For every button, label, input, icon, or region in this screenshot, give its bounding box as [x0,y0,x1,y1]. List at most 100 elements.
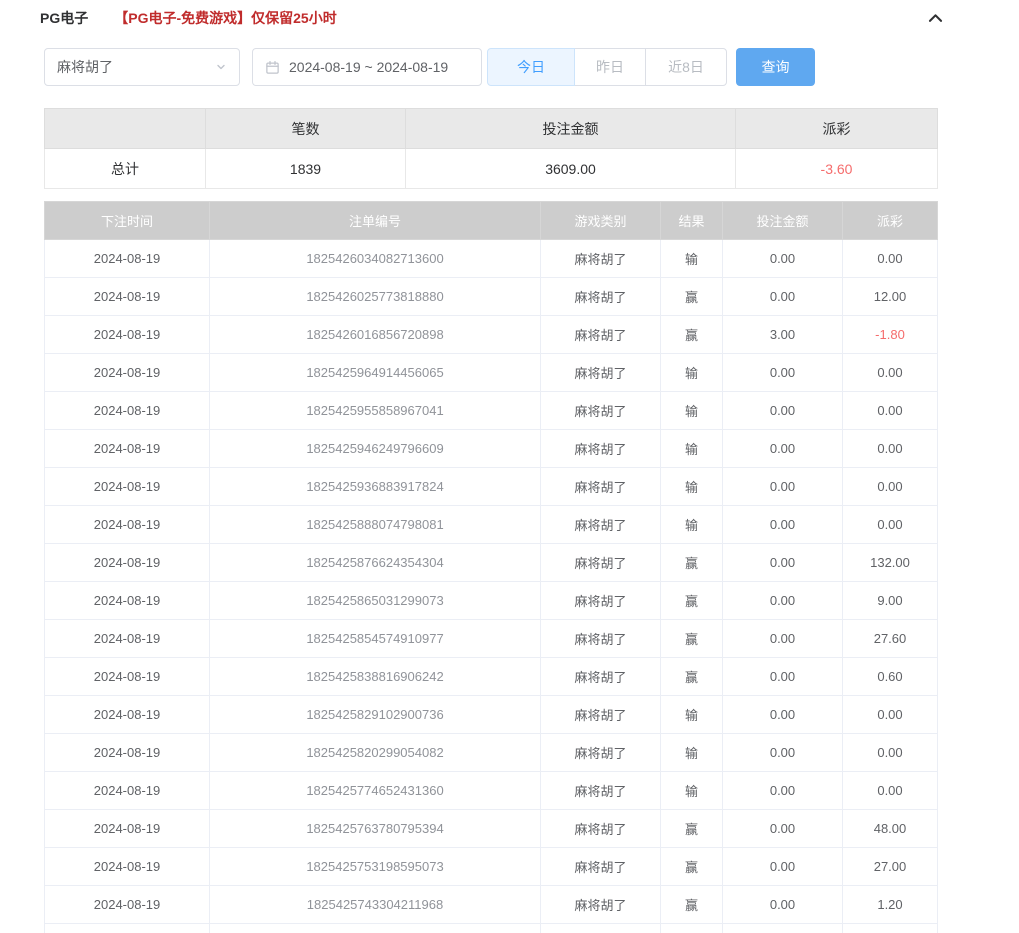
cell-order-id: 1825425946249796609 [210,430,541,468]
table-row: 2024-08-19 1825425936883917824 麻将胡了 输 0.… [45,468,938,506]
today-button[interactable]: 今日 [487,48,575,86]
summary-total-row: 总计 1839 3609.00 -3.60 [45,149,938,189]
cell-game-type: 麻将胡了 [541,240,661,278]
cell-bet-amount: 0.00 [723,886,843,924]
cell-payout: 0.00 [843,354,938,392]
cell-bet-time: 2024-08-19 [45,354,210,392]
search-button[interactable]: 查询 [736,48,815,86]
summary-header-count: 笔数 [206,109,406,149]
cell-result: 赢 [661,848,723,886]
cell-bet-amount: 0.00 [723,924,843,933]
cell-bet-amount: 0.00 [723,544,843,582]
table-row: 2024-08-19 1825426025773818880 麻将胡了 赢 0.… [45,278,938,316]
cell-game-type: 麻将胡了 [541,620,661,658]
calendar-icon [265,60,280,75]
table-row: 2024-08-19 1825425763780795394 麻将胡了 赢 0.… [45,810,938,848]
cell-payout: 12.00 [843,278,938,316]
game-type-select-value: 麻将胡了 [57,57,113,77]
cell-payout: 27.60 [843,620,938,658]
table-row: 2024-08-19 1825425876624354304 麻将胡了 赢 0.… [45,544,938,582]
cell-game-type: 麻将胡了 [541,810,661,848]
cell-bet-time: 2024-08-19 [45,810,210,848]
cell-order-id: 1825425820299054082 [210,734,541,772]
cell-bet-amount: 0.00 [723,734,843,772]
summary-total-label: 总计 [45,149,206,189]
cell-order-id: 1825425964914456065 [210,354,541,392]
cell-order-id: 1825425737487408232 [210,924,541,933]
chevron-down-icon [215,61,227,73]
summary-header-payout: 派彩 [736,109,938,149]
column-header-game-type: 游戏类别 [541,202,661,240]
cell-bet-amount: 0.00 [723,772,843,810]
table-row: 2024-08-19 1825425838816906242 麻将胡了 赢 0.… [45,658,938,696]
cell-payout: 27.00 [843,848,938,886]
cell-bet-amount: 0.00 [723,810,843,848]
cell-game-type: 麻将胡了 [541,848,661,886]
cell-bet-time: 2024-08-19 [45,430,210,468]
cell-result: 赢 [661,316,723,354]
notice-text: 【PG电子-免费游戏】仅保留25小时 [114,8,336,28]
table-row: 2024-08-19 1825426016856720898 麻将胡了 赢 3.… [45,316,938,354]
cell-game-type: 麻将胡了 [541,506,661,544]
cell-bet-amount: 0.00 [723,468,843,506]
cell-bet-amount: 0.00 [723,354,843,392]
cell-bet-time: 2024-08-19 [45,886,210,924]
cell-order-id: 1825425936883917824 [210,468,541,506]
cell-result: 输 [661,506,723,544]
cell-result: 赢 [661,810,723,848]
summary-header-bet-amount: 投注金额 [406,109,736,149]
page-title: PG电子 [40,8,88,28]
cell-bet-time: 2024-08-19 [45,848,210,886]
cell-order-id: 1825425854574910977 [210,620,541,658]
cell-result: 输 [661,354,723,392]
cell-game-type: 麻将胡了 [541,316,661,354]
cell-payout: 0.00 [843,772,938,810]
collapse-chevron-up-icon[interactable] [923,6,947,30]
cell-order-id: 1825425829102900736 [210,696,541,734]
table-row: 2024-08-19 1825425865031299073 麻将胡了 赢 0.… [45,582,938,620]
table-row: 2024-08-19 1825426034082713600 麻将胡了 输 0.… [45,240,938,278]
cell-payout: 48.00 [843,810,938,848]
date-range-input[interactable]: 2024-08-19 ~ 2024-08-19 [252,48,482,86]
cell-bet-time: 2024-08-19 [45,392,210,430]
cell-bet-amount: 3.00 [723,316,843,354]
cell-game-type: 麻将胡了 [541,924,661,933]
cell-bet-amount: 0.00 [723,506,843,544]
table-row: 2024-08-19 1825425743304211968 麻将胡了 赢 0.… [45,886,938,924]
cell-result: 输 [661,430,723,468]
summary-table: 笔数 投注金额 派彩 总计 1839 3609.00 -3.60 [44,108,938,189]
cell-game-type: 麻将胡了 [541,278,661,316]
cell-result: 输 [661,772,723,810]
cell-bet-time: 2024-08-19 [45,316,210,354]
cell-game-type: 麻将胡了 [541,772,661,810]
cell-game-type: 麻将胡了 [541,696,661,734]
cell-bet-time: 2024-08-19 [45,506,210,544]
cell-result: 赢 [661,544,723,582]
cell-payout: 0.00 [843,240,938,278]
cell-order-id: 1825425763780795394 [210,810,541,848]
summary-total-payout: -3.60 [736,149,938,189]
cell-order-id: 1825425743304211968 [210,886,541,924]
cell-bet-time: 2024-08-19 [45,582,210,620]
cell-bet-amount: 0.00 [723,620,843,658]
cell-result: 输 [661,468,723,506]
cell-result: 输 [661,392,723,430]
cell-payout: 0.00 [843,468,938,506]
cell-payout: 1.40 [843,924,938,933]
table-row: 2024-08-19 1825425854574910977 麻将胡了 赢 0.… [45,620,938,658]
cell-bet-amount: 0.00 [723,582,843,620]
last-8-days-button[interactable]: 近8日 [645,48,727,86]
game-type-select[interactable]: 麻将胡了 [44,48,240,86]
cell-order-id: 1825425774652431360 [210,772,541,810]
cell-order-id: 1825425888074798081 [210,506,541,544]
page: PG电子 【PG电子-免费游戏】仅保留25小时 麻将胡了 2024-08-19 … [0,0,1019,933]
bet-records-table: 下注时间 注单编号 游戏类别 结果 投注金额 派彩 2024-08-19 182… [44,201,938,933]
cell-order-id: 1825426025773818880 [210,278,541,316]
cell-result: 赢 [661,278,723,316]
summary-header-blank [45,109,206,149]
cell-bet-amount: 0.00 [723,430,843,468]
bet-table-header-row: 下注时间 注单编号 游戏类别 结果 投注金额 派彩 [45,202,938,240]
yesterday-button[interactable]: 昨日 [574,48,646,86]
column-header-payout: 派彩 [843,202,938,240]
cell-bet-amount: 0.00 [723,848,843,886]
